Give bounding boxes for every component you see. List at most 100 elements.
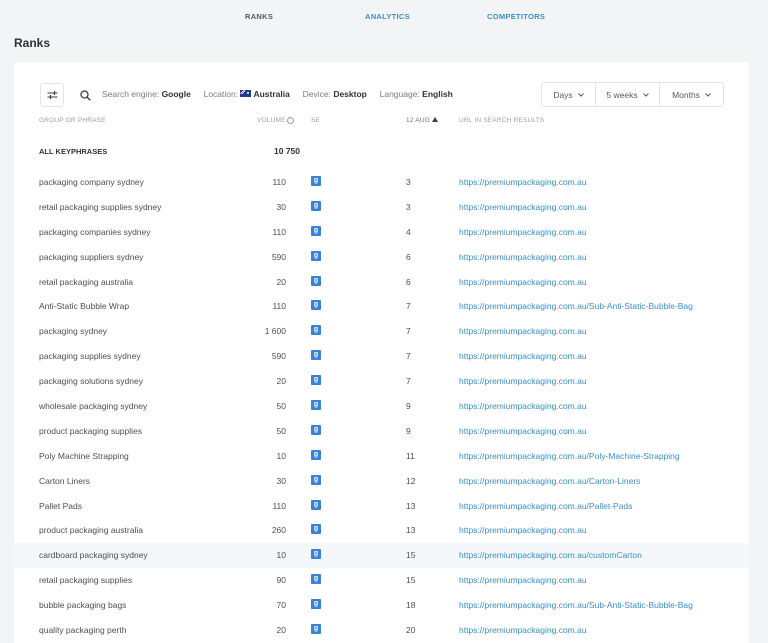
column-header-url: URL IN SEARCH RESULTS xyxy=(459,117,545,124)
row-phrase[interactable]: quality packaging perth xyxy=(39,625,126,635)
table-row[interactable]: packaging companies sydney 110 g 4 https://p… xyxy=(14,220,749,245)
all-keyphrases-row[interactable]: ALL KEYPHRASES 10 750 xyxy=(14,142,749,160)
row-url-link[interactable]: https://premiumpackaging.com.au xyxy=(459,525,587,535)
table-row[interactable]: packaging supplies sydney 590 g 7 https://pr… xyxy=(14,344,749,369)
row-url-link[interactable]: https://premiumpackaging.com.au xyxy=(459,277,587,287)
row-phrase[interactable]: product packaging australia xyxy=(39,525,143,535)
row-rank: 7 xyxy=(406,351,411,362)
row-rank: 15 xyxy=(406,575,416,586)
weeks-label: 5 weeks xyxy=(606,89,638,100)
row-volume: 20 xyxy=(276,376,286,387)
column-header-phrase[interactable]: GROUP OR PHRASE xyxy=(39,117,106,124)
table-row[interactable]: quality packaging perth 20 g 20 https://prem… xyxy=(14,618,749,643)
table-row[interactable]: retail packaging supplies 90 g 15 https://pr… xyxy=(14,568,749,593)
row-phrase[interactable]: Carton Liners xyxy=(39,476,90,486)
table-row[interactable]: Pallet Pads 110 g 13 https://premiumpackagin… xyxy=(14,494,749,519)
row-volume: 10 xyxy=(276,550,286,561)
row-phrase[interactable]: retail packaging supplies sydney xyxy=(39,202,161,212)
google-icon: g xyxy=(311,574,321,585)
tab-competitors[interactable]: COMPETITORS xyxy=(487,12,545,21)
row-url-link[interactable]: https://premiumpackaging.com.au xyxy=(459,326,587,336)
row-phrase[interactable]: Anti-Static Bubble Wrap xyxy=(39,301,129,311)
table-row[interactable]: wholesale packaging sydney 50 g 9 https://pr… xyxy=(14,394,749,419)
table-row[interactable]: packaging solutions sydney 20 g 7 https://pr… xyxy=(14,369,749,394)
row-rank: 6 xyxy=(406,276,411,287)
row-volume: 20 xyxy=(276,276,286,287)
row-rank: 9 xyxy=(406,401,411,412)
tab-analytics[interactable]: ANALYTICS xyxy=(365,12,410,21)
row-url-link[interactable]: https://premiumpackaging.com.au xyxy=(459,252,587,262)
row-url-link[interactable]: https://premiumpackaging.com.au/Poly-Mac… xyxy=(459,451,680,461)
row-phrase[interactable]: retail packaging supplies xyxy=(39,575,132,585)
search-button[interactable] xyxy=(74,83,96,107)
table-row[interactable]: Carton Liners 30 g 12 https://premiumpackagi… xyxy=(14,469,749,494)
filter-button[interactable] xyxy=(40,83,64,107)
row-rank: 6 xyxy=(406,251,411,262)
row-phrase[interactable]: packaging companies sydney xyxy=(39,227,151,237)
all-keyphrases-label: ALL KEYPHRASES xyxy=(39,147,108,156)
row-url-link[interactable]: https://premiumpackaging.com.au xyxy=(459,351,587,361)
row-volume: 110 xyxy=(272,177,286,187)
table-row[interactable]: retail packaging supplies sydney 30 g 3 http… xyxy=(14,195,749,220)
row-phrase[interactable]: packaging supplies sydney xyxy=(39,351,141,361)
row-phrase[interactable]: packaging sydney xyxy=(39,326,107,336)
column-header-date[interactable]: 12 AUG xyxy=(406,117,438,124)
google-icon: g xyxy=(311,599,321,610)
row-url-link[interactable]: https://premiumpackaging.com.au xyxy=(459,625,587,635)
row-url-link[interactable]: https://premiumpackaging.com.au xyxy=(459,401,587,411)
row-url-link[interactable]: https://premiumpackaging.com.au xyxy=(459,227,587,237)
row-url-link[interactable]: https://premiumpackaging.com.au xyxy=(459,177,587,187)
google-icon: g xyxy=(311,375,321,386)
table-row[interactable]: Anti-Static Bubble Wrap 110 g 7 https://prem… xyxy=(14,294,749,319)
row-url-link[interactable]: https://premiumpackaging.com.au/Sub-Anti… xyxy=(459,600,693,610)
sort-asc-icon xyxy=(431,117,438,122)
table-row[interactable]: packaging sydney 1 600 g 7 https://premiumpa… xyxy=(14,319,749,344)
row-phrase[interactable]: Poly Machine Strapping xyxy=(39,451,129,461)
row-phrase[interactable]: packaging solutions sydney xyxy=(39,376,143,386)
table-row[interactable]: retail packaging australia 20 g 6 https://pr… xyxy=(14,270,749,295)
row-url-link[interactable]: https://premiumpackaging.com.au/Pallet-P… xyxy=(459,501,632,511)
google-icon: g xyxy=(311,225,321,236)
row-phrase[interactable]: cardboard packaging sydney xyxy=(39,550,148,560)
row-url-link[interactable]: https://premiumpackaging.com.au/customCa… xyxy=(459,550,642,560)
weeks-dropdown[interactable]: 5 weeks xyxy=(595,83,659,106)
google-icon: g xyxy=(311,549,321,560)
period-selector: Days 5 weeks Months xyxy=(541,82,724,107)
row-volume: 50 xyxy=(276,425,286,436)
days-dropdown[interactable]: Days xyxy=(542,83,595,106)
table-row[interactable]: Poly Machine Strapping 10 g 11 https://premi… xyxy=(14,444,749,469)
row-phrase[interactable]: Pallet Pads xyxy=(39,501,82,511)
row-url-link[interactable]: https://premiumpackaging.com.au xyxy=(459,575,587,585)
row-url-link[interactable]: https://premiumpackaging.com.au/Carton-L… xyxy=(459,476,640,486)
search-settings[interactable]: Search engine: Google Location: Australi… xyxy=(102,89,453,99)
row-url-link[interactable]: https://premiumpackaging.com.au xyxy=(459,376,587,386)
page-title: Ranks xyxy=(14,36,51,50)
table-row[interactable]: bubble packaging bags 70 g 18 https://premiu… xyxy=(14,593,749,618)
row-phrase[interactable]: wholesale packaging sydney xyxy=(39,401,147,411)
row-phrase[interactable]: bubble packaging bags xyxy=(39,600,126,610)
row-phrase[interactable]: product packaging supplies xyxy=(39,426,142,436)
row-phrase[interactable]: retail packaging australia xyxy=(39,277,133,287)
row-phrase[interactable]: packaging company sydney xyxy=(39,177,144,187)
australia-flag-icon xyxy=(240,90,252,97)
language-label: Language: xyxy=(379,89,420,99)
table-row[interactable]: cardboard packaging sydney 10 g 15 https://p… xyxy=(14,543,749,569)
row-rank: 13 xyxy=(406,500,416,511)
column-header-volume[interactable]: VOLUME i xyxy=(257,117,294,124)
row-rank: 13 xyxy=(406,525,416,536)
info-icon[interactable]: i xyxy=(286,117,294,124)
row-phrase[interactable]: packaging suppliers sydney xyxy=(39,252,143,262)
tab-ranks[interactable]: RANKS xyxy=(245,12,273,21)
row-url-link[interactable]: https://premiumpackaging.com.au xyxy=(459,202,587,212)
row-url-link[interactable]: https://premiumpackaging.com.au xyxy=(459,426,587,436)
all-keyphrases-volume: 10 750 xyxy=(274,146,300,156)
table-row[interactable]: packaging company sydney 110 g 3 https://pre… xyxy=(14,170,749,195)
row-rank: 7 xyxy=(406,376,411,387)
months-dropdown[interactable]: Months xyxy=(659,83,723,106)
table-row[interactable]: packaging suppliers sydney 590 g 6 https://p… xyxy=(14,245,749,270)
row-volume: 90 xyxy=(276,575,286,586)
table-row[interactable]: product packaging australia 260 g 13 https:/… xyxy=(14,518,749,543)
row-rank: 7 xyxy=(406,301,411,312)
table-row[interactable]: product packaging supplies 50 g 9 https://pr… xyxy=(14,419,749,444)
row-url-link[interactable]: https://premiumpackaging.com.au/Sub-Anti… xyxy=(459,301,693,311)
